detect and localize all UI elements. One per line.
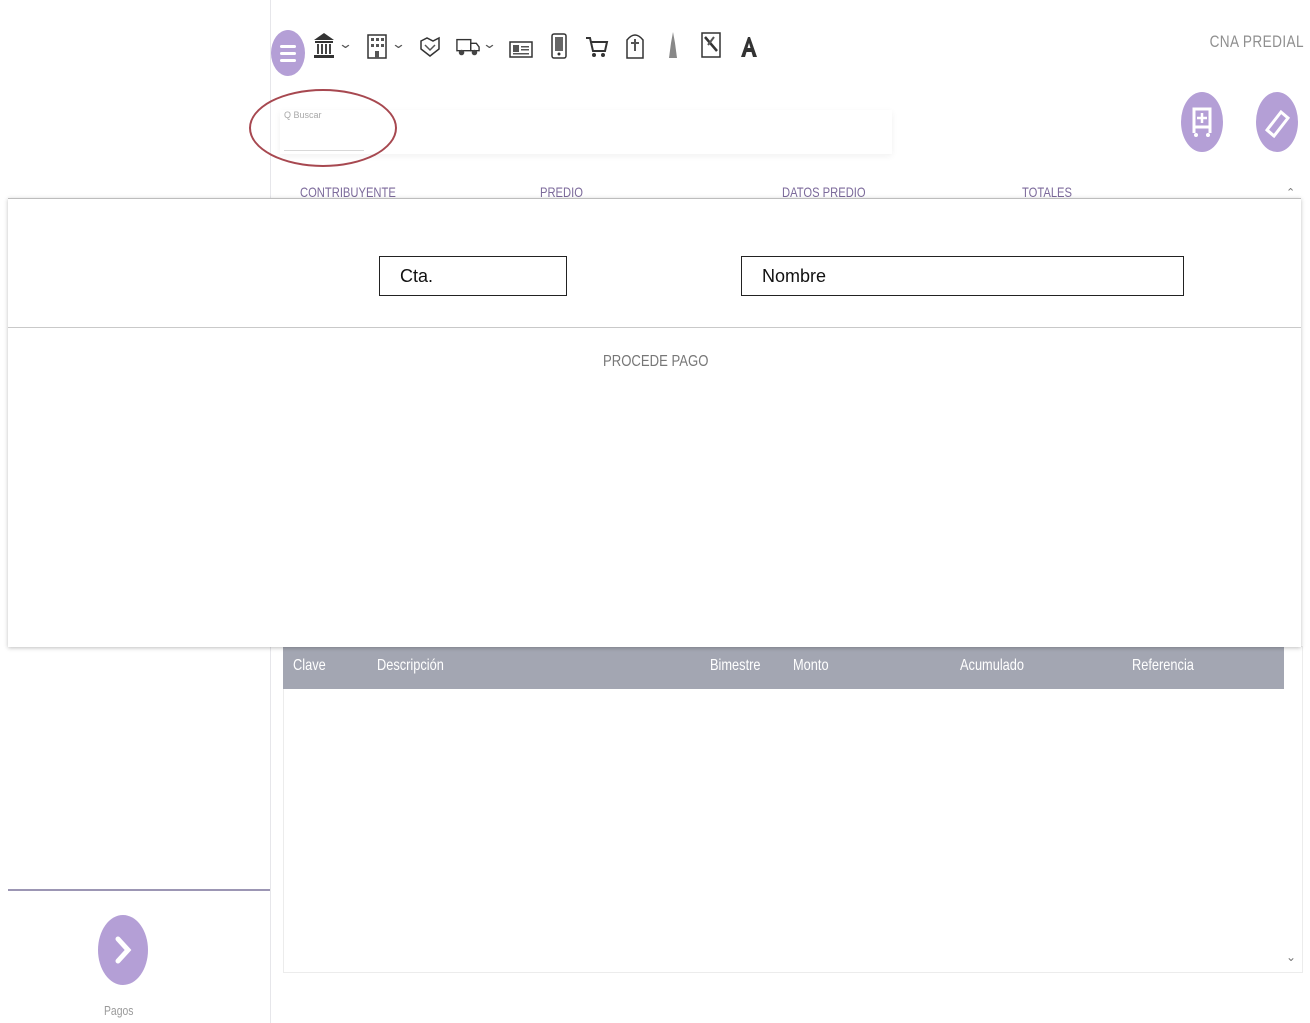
bank-icon[interactable] xyxy=(312,29,336,59)
pagos-label: Pagos xyxy=(104,1003,134,1018)
account-lookup-panel: Cta. Nombre PROCEDE PAGO xyxy=(8,198,1301,647)
handshake-icon[interactable] xyxy=(418,29,442,59)
nombre-label: Nombre xyxy=(762,265,827,286)
nombre-field[interactable]: Nombre xyxy=(741,256,1184,296)
eraser-button[interactable] xyxy=(1256,92,1298,152)
hamburger-menu-button[interactable] xyxy=(271,30,305,76)
menu-bar-icon xyxy=(280,44,296,48)
module-toolbar: ⌄ ⌄ ⌄ xyxy=(312,24,761,64)
cta-label: Cta. xyxy=(400,265,434,286)
phone-icon[interactable] xyxy=(547,29,571,59)
scroll-down-icon[interactable]: ⌄ xyxy=(1286,950,1296,964)
cta-field[interactable]: Cta. xyxy=(379,256,567,296)
annotation-circle xyxy=(249,89,397,167)
chevron-down-icon[interactable]: ⌄ xyxy=(338,36,353,52)
column-header-acumulado[interactable]: Acumulado xyxy=(960,657,1024,675)
tab-bar: CONTRIBUYENTE PREDIO DATOS PREDIO TOTALE… xyxy=(282,184,1300,200)
menu-bar-icon xyxy=(280,58,296,62)
divider xyxy=(8,327,1301,328)
table-header: Clave Descripción Bimestre Monto Acumula… xyxy=(283,646,1284,689)
add-to-cart-button[interactable] xyxy=(1181,92,1223,152)
column-header-clave[interactable]: Clave xyxy=(293,657,326,675)
chevron-down-icon[interactable]: ⌄ xyxy=(482,36,497,52)
chevron-down-icon[interactable]: ⌄ xyxy=(391,36,406,52)
building-icon[interactable] xyxy=(365,29,389,59)
column-header-descripcion[interactable]: Descripción xyxy=(377,657,444,675)
eraser-icon xyxy=(1264,109,1291,138)
cart-plus-icon xyxy=(1192,107,1212,137)
pagos-button[interactable] xyxy=(98,915,148,985)
column-header-monto[interactable]: Monto xyxy=(793,657,829,675)
column-header-referencia[interactable]: Referencia xyxy=(1132,657,1194,675)
column-header-bimestre[interactable]: Bimestre xyxy=(710,657,761,675)
truck-icon[interactable] xyxy=(456,29,480,59)
payments-table xyxy=(283,646,1303,973)
document-icon[interactable] xyxy=(699,29,723,59)
sidebar-divider xyxy=(8,889,270,891)
app-title: CNA PREDIAL xyxy=(1209,32,1304,51)
payment-status-text: PROCEDE PAGO xyxy=(603,353,709,370)
tombstone-icon[interactable] xyxy=(623,29,647,59)
menu-bar-icon xyxy=(280,51,296,55)
chevron-right-icon xyxy=(115,936,132,964)
id-card-icon[interactable] xyxy=(508,29,533,59)
tower-icon[interactable] xyxy=(661,29,685,59)
letter-a-icon[interactable] xyxy=(737,29,761,59)
cart-icon[interactable] xyxy=(585,29,609,59)
